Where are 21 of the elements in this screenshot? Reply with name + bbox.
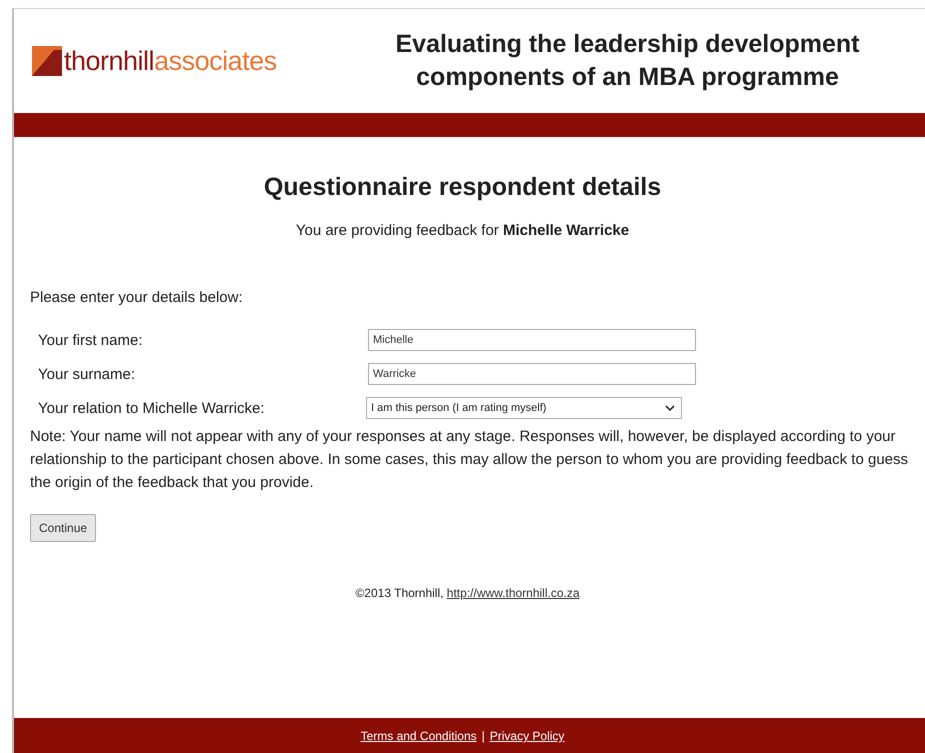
relation-dropdown[interactable]: I am this person (I am rating myself) <box>366 397 682 419</box>
copyright-text: ©2013 Thornhill, http://www.thornhill.co.za <box>354 586 581 600</box>
logo-icon <box>32 46 62 76</box>
logo-wordmark: thornhillassociates <box>64 46 277 76</box>
footer-link[interactable]: Privacy Policy <box>490 729 564 743</box>
field-label: Your first name: <box>38 332 144 348</box>
footer-link[interactable]: Terms and Conditions <box>360 729 477 743</box>
feedback-subtitle: You are providing feedback for Michelle Warricke <box>294 222 630 239</box>
heading: Questionnaire respondent details <box>262 173 662 202</box>
intro-text: Please enter your details below: <box>30 289 244 306</box>
website-link[interactable]: http://www.thornhill.co.za <box>446 586 580 600</box>
continue-button[interactable]: Continue <box>30 514 96 542</box>
link-separator: | <box>482 729 485 743</box>
page-title: components of an MBA programme <box>415 62 840 93</box>
page-title: Evaluating the leadership development <box>394 29 860 60</box>
chevron-icon <box>665 404 675 412</box>
input-field[interactable]: Michelle <box>368 329 696 351</box>
field-label: Your relation to Michelle Warricke: <box>38 400 266 416</box>
input-field[interactable]: Warricke <box>368 363 696 385</box>
privacy-note: Note: Your name will not appear with any of your responses at any stage. Responses will, however, be displayed according to your relationship to the participant chosen above. In some cases, this may allow the person to whom you are providing feedback to guess the origin of the feedback that you provide. <box>30 427 909 493</box>
field-label: Your surname: <box>38 366 136 382</box>
